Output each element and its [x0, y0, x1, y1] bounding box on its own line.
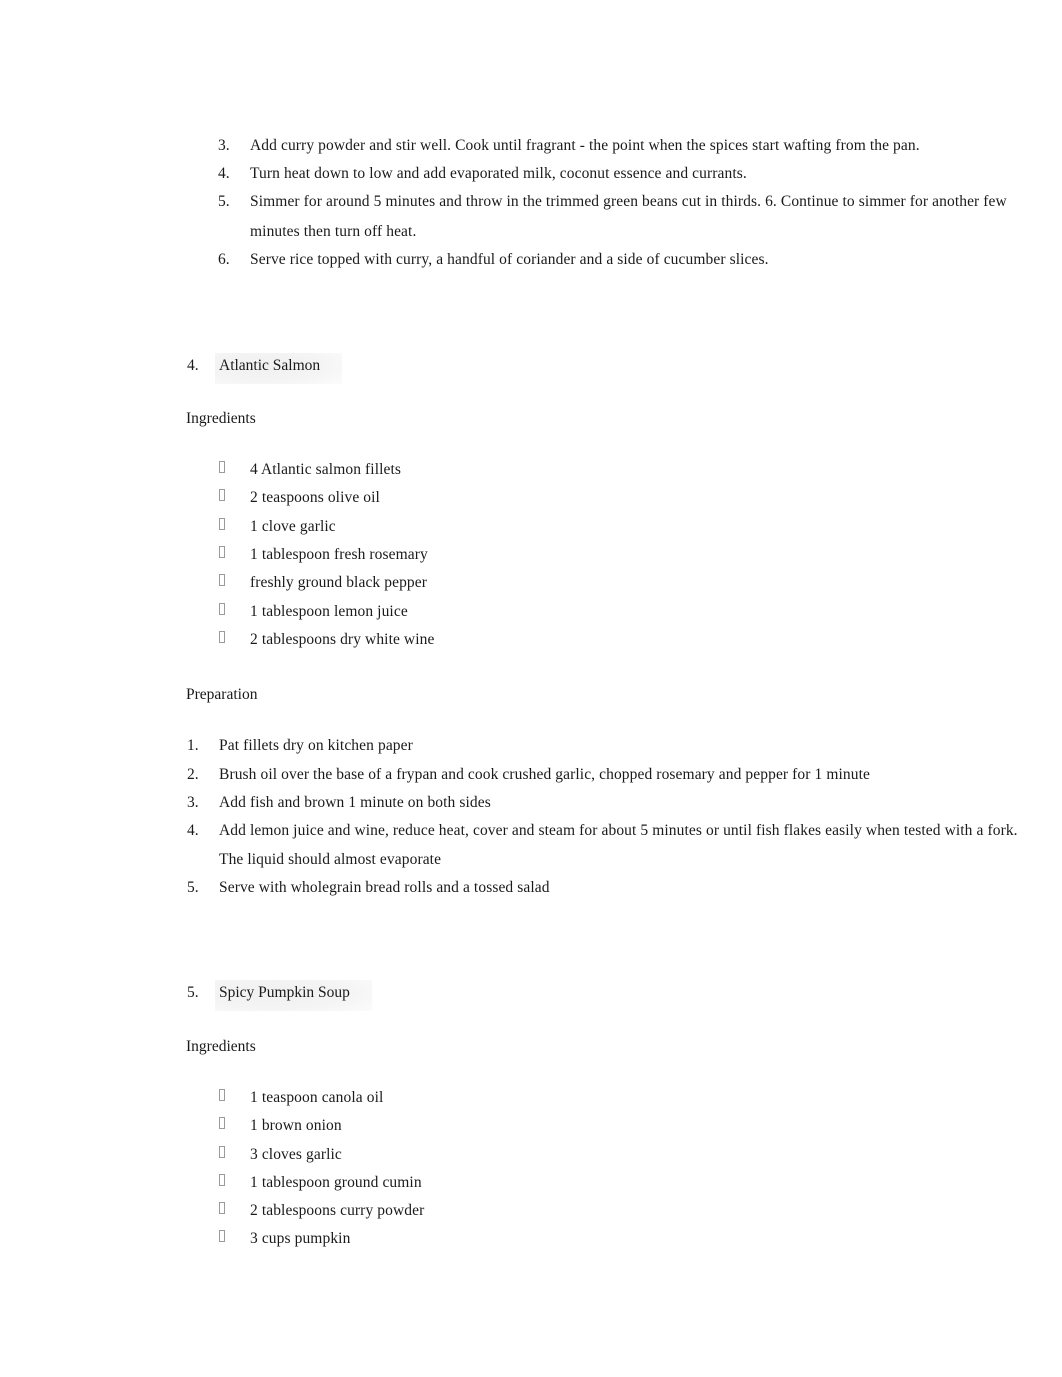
list-number: 3.	[218, 137, 230, 154]
ingredient-item: 1 teaspoon canola oil	[250, 1089, 384, 1106]
recipe-number: 4.	[187, 357, 199, 374]
ingredient-item: freshly ground black pepper	[250, 574, 428, 591]
ingredient-item: 2 teaspoons olive oil	[250, 489, 380, 506]
list-number: 4.	[218, 165, 230, 182]
ingredient-item: 4 Atlantic salmon fillets	[250, 461, 402, 478]
ingredient-item: 3 cups pumpkin	[250, 1230, 351, 1247]
recipe-title-atlantic-salmon: Atlantic Salmon	[215, 353, 343, 384]
step-text-line1: Add lemon juice and wine, reduce heat, c…	[219, 822, 1018, 839]
list-number: 5.	[218, 193, 230, 210]
bullet-box-icon	[219, 631, 225, 643]
ingredient-item: 1 tablespoon fresh rosemary	[250, 546, 428, 563]
step-number: 2.	[187, 766, 199, 783]
bullet-box-icon	[219, 1117, 225, 1129]
ingredient-item: 2 tablespoons dry white wine	[250, 631, 435, 648]
list-item-text: Serve rice topped with curry, a handful …	[250, 251, 769, 268]
step-text: Pat fillets dry on kitchen paper	[219, 737, 413, 754]
bullet-box-icon	[219, 1230, 225, 1242]
step-number: 4.	[187, 822, 199, 839]
document-page: 3. Add curry powder and stir well. Cook …	[0, 0, 1062, 1377]
ingredient-item: 3 cloves garlic	[250, 1146, 342, 1163]
ingredient-item: 1 tablespoon ground cumin	[250, 1174, 422, 1191]
bullet-box-icon	[219, 603, 225, 615]
step-number: 5.	[187, 879, 199, 896]
recipe-number: 5.	[187, 984, 199, 1001]
recipe-title-spicy-pumpkin-soup: Spicy Pumpkin Soup	[215, 980, 372, 1011]
step-text: Serve with wholegrain bread rolls and a …	[219, 879, 550, 896]
step-number: 1.	[187, 737, 199, 754]
list-item-text: Add curry powder and stir well. Cook unt…	[250, 137, 920, 154]
bullet-box-icon	[219, 489, 225, 501]
ingredients-label: Ingredients	[186, 410, 256, 427]
list-item-text-line1: Simmer for around 5 minutes and throw in…	[250, 193, 1007, 210]
bullet-box-icon	[219, 1146, 225, 1158]
step-text: Brush oil over the base of a frypan and …	[219, 766, 870, 783]
ingredient-item: 1 brown onion	[250, 1117, 342, 1134]
bullet-box-icon	[219, 461, 225, 473]
step-text-line2: The liquid should almost evaporate	[219, 851, 442, 868]
bullet-box-icon	[219, 518, 225, 530]
list-number: 6.	[218, 251, 230, 268]
bullet-box-icon	[219, 1202, 225, 1214]
ingredients-label: Ingredients	[186, 1038, 256, 1055]
step-text: Add fish and brown 1 minute on both side…	[219, 794, 491, 811]
bullet-box-icon	[219, 546, 225, 558]
list-item-text: Turn heat down to low and add evaporated…	[250, 165, 747, 182]
ingredient-item: 2 tablespoons curry powder	[250, 1202, 425, 1219]
list-item-text-line2: minutes then turn off heat.	[250, 223, 417, 240]
preparation-label: Preparation	[186, 686, 258, 703]
bullet-box-icon	[219, 1174, 225, 1186]
bullet-box-icon	[219, 574, 225, 586]
ingredient-item: 1 tablespoon lemon juice	[250, 603, 408, 620]
step-number: 3.	[187, 794, 199, 811]
ingredient-item: 1 clove garlic	[250, 518, 336, 535]
bullet-box-icon	[219, 1089, 225, 1101]
